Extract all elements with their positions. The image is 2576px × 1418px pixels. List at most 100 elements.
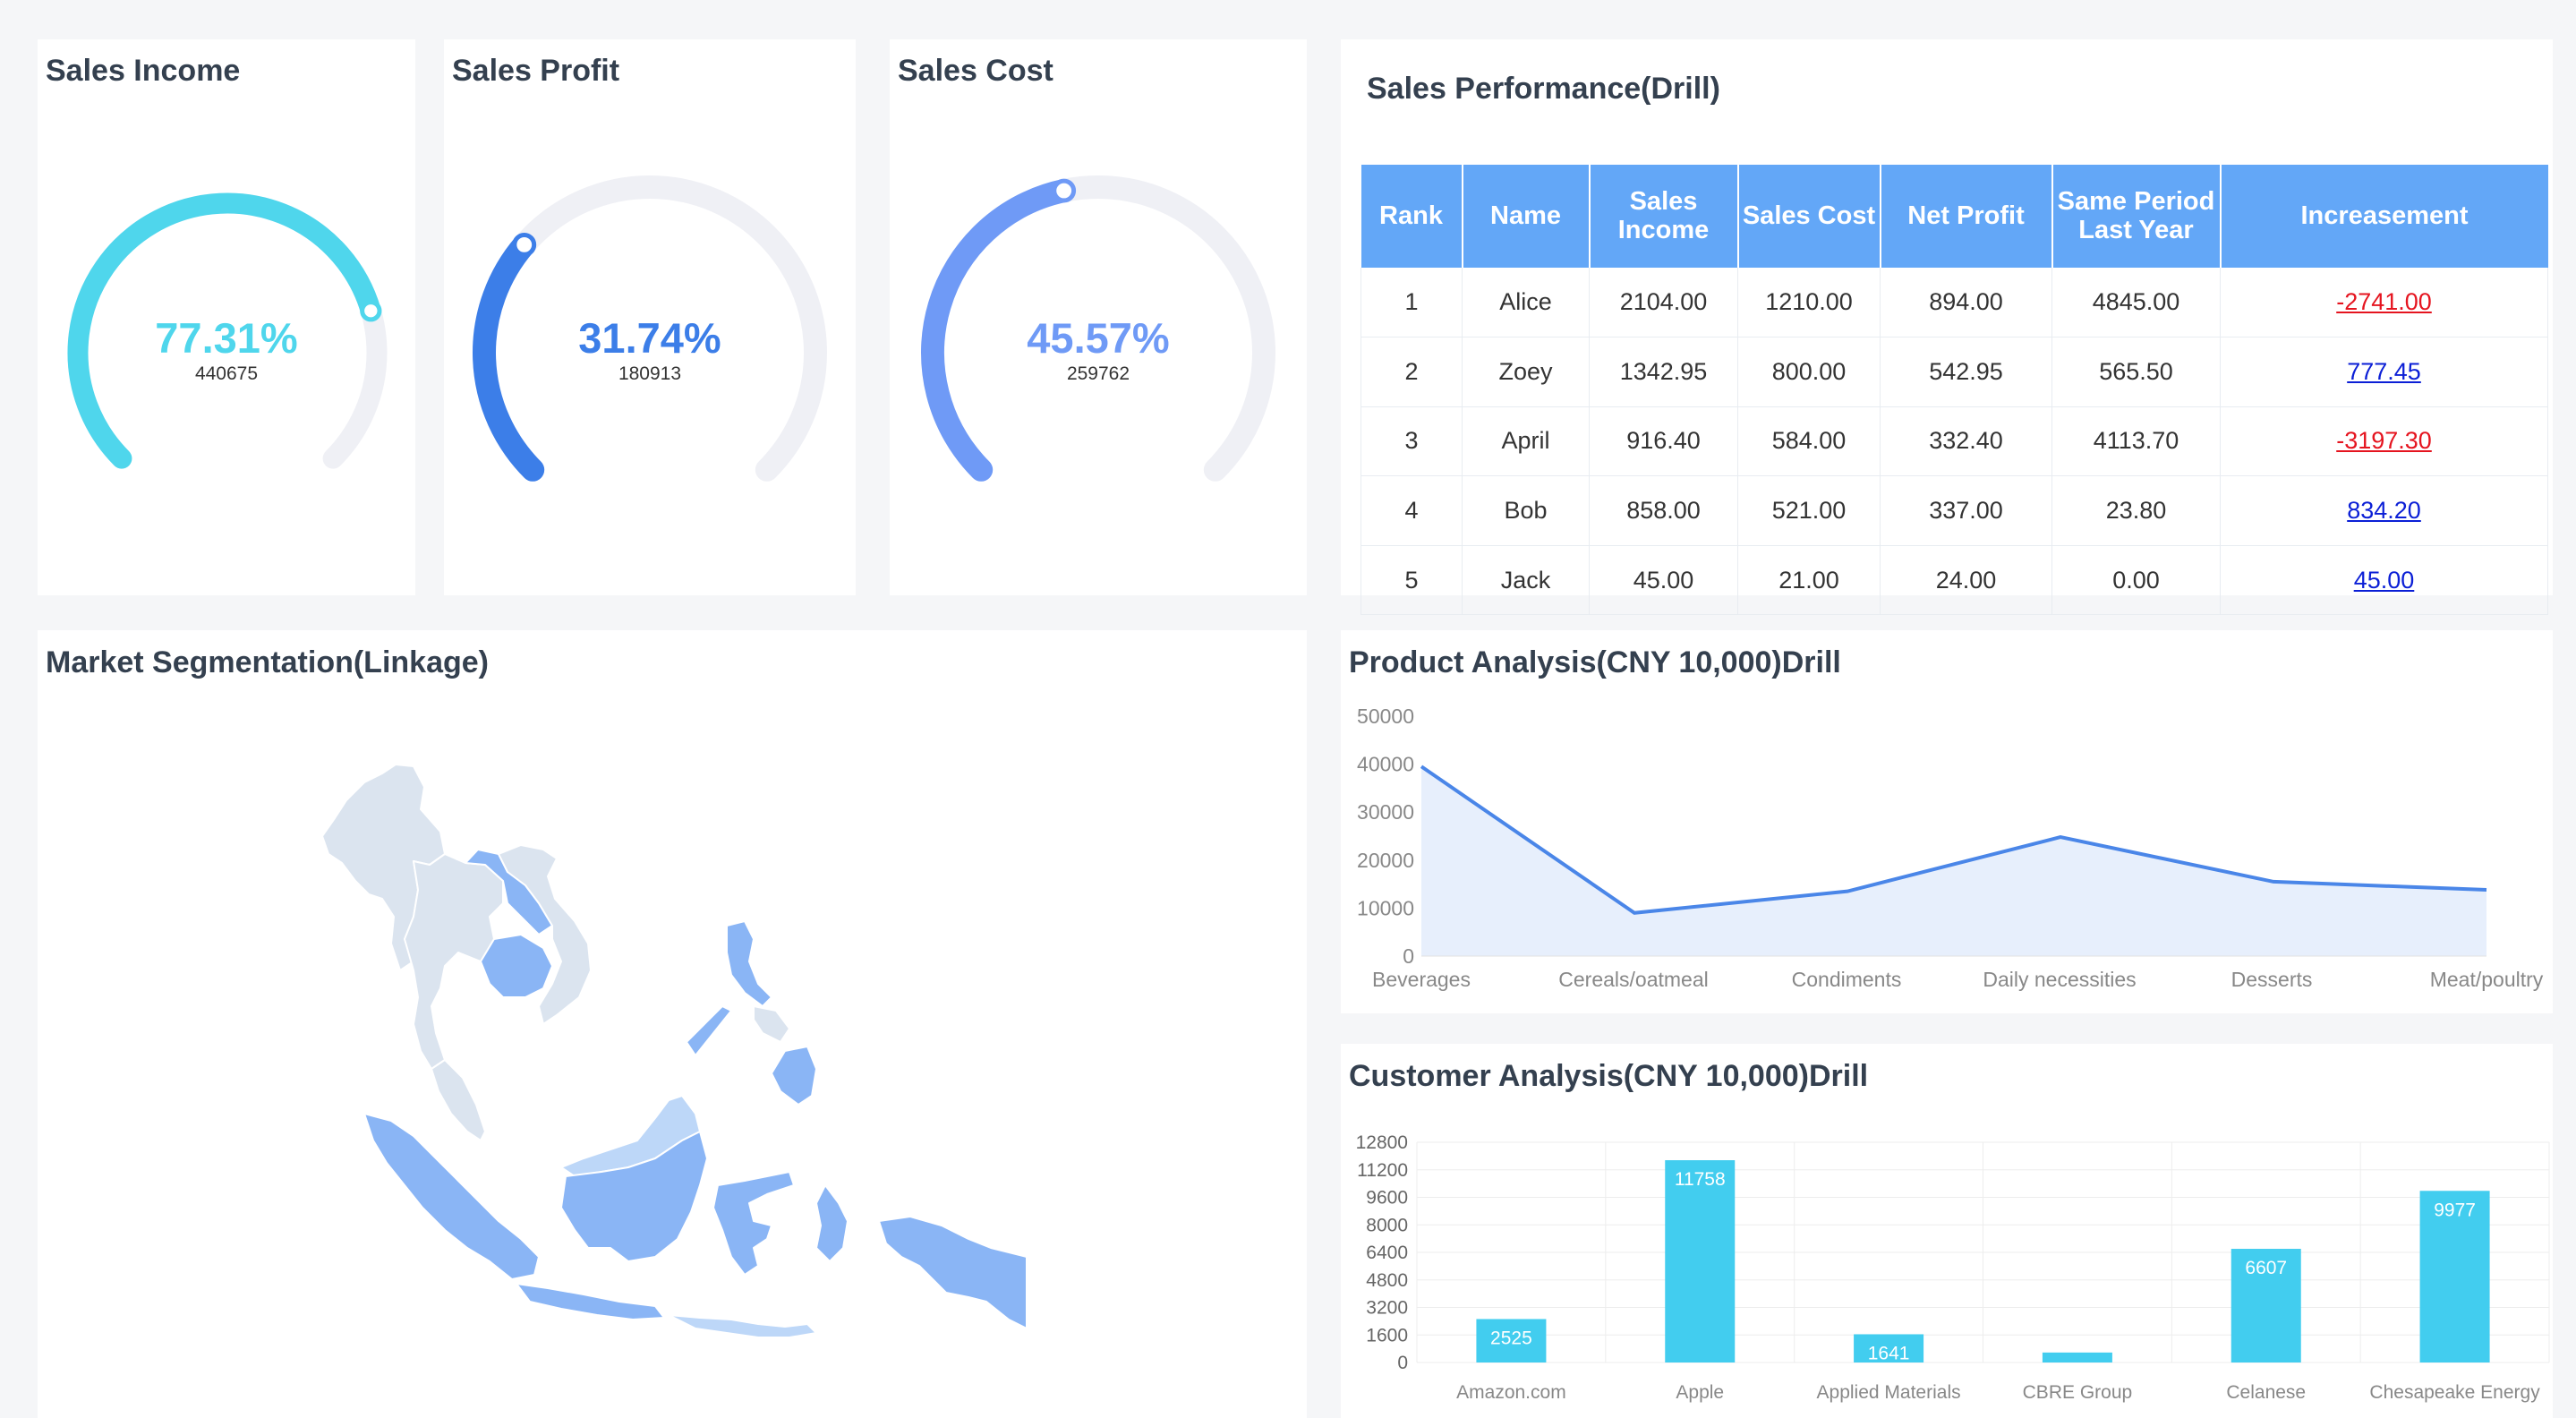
increasement-cell: -3197.30 [2220,406,2548,477]
y-tick-label: 40000 [1357,753,1414,776]
table-row[interactable]: 2 Zoey 1342.95 800.00 542.95 565.50 777.… [1361,337,2548,407]
map-region-mindanao[interactable] [771,1046,817,1106]
sales-income-cell: 858.00 [1589,475,1738,546]
map-region-malay-peninsula[interactable] [431,1059,486,1141]
name-cell: Bob [1462,475,1590,546]
sales-cost-cell: 800.00 [1737,337,1881,407]
y-tick-label: 8000 [1366,1215,1408,1235]
map-region-visayas[interactable] [753,1005,790,1043]
market-segmentation-panel: Market Segmentation(Linkage) [38,630,1307,1418]
x-tick-label: Apple [1676,1382,1724,1403]
table-row[interactable]: 5 Jack 45.00 21.00 24.00 0.00 45.00 [1361,545,2548,616]
same-period-cell: 4113.70 [2051,406,2221,477]
y-tick-label: 6400 [1366,1243,1408,1263]
x-tick-label: Condiments [1792,968,1902,991]
y-tick-label: 20000 [1357,849,1414,872]
map-region-papua[interactable] [878,1216,1028,1329]
sales-performance-table: Rank Name Sales Income Sales Cost Net Pr… [1361,165,2548,616]
increasement-cell: 45.00 [2220,545,2548,616]
rank-cell: 3 [1361,406,1463,477]
increasement-drill-link[interactable]: -3197.30 [2336,427,2432,454]
increasement-cell: -2741.00 [2220,268,2548,338]
column-header[interactable]: Rank [1361,165,1463,268]
increasement-drill-link[interactable]: 777.45 [2347,358,2421,385]
x-tick-label: Amazon.com [1456,1382,1566,1403]
rank-cell: 5 [1361,545,1463,616]
bar[interactable] [2042,1352,2112,1362]
sales-profit-percent: 31.74% [578,314,721,362]
bar-value-label: 1641 [1868,1343,1910,1363]
customer-analysis-chart: 0 1600 3200 4800 6400 8000 9600 11200 12800 2525 A… [1356,1132,2550,1403]
map-region-luzon[interactable] [726,920,772,1007]
rank-cell: 2 [1361,337,1463,407]
table-row[interactable]: 3 April 916.40 584.00 332.40 4113.70 -31… [1361,406,2548,477]
sales-income-cell: 45.00 [1589,545,1738,616]
x-tick-label: Chesapeake Energy [2369,1382,2540,1403]
data-point[interactable] [2055,832,2066,842]
table-row[interactable]: 1 Alice 2104.00 1210.00 894.00 4845.00 -… [1361,268,2548,338]
sales-income-value: 440675 [194,363,259,384]
data-point[interactable] [2268,876,2279,887]
name-cell: Zoey [1462,337,1590,407]
sales-income-cell: 1342.95 [1589,337,1738,407]
table-row[interactable]: 4 Bob 858.00 521.00 337.00 23.80 834.20 [1361,475,2548,546]
x-tick-label: CBRE Group [2023,1382,2133,1403]
product-analysis-chart: 0 10000 20000 30000 40000 50000 Beverages Cerea… [1357,705,2544,991]
column-header[interactable]: Sales Cost [1737,165,1881,268]
map-region-palawan[interactable] [686,1005,732,1056]
y-tick-label: 50000 [1357,705,1414,728]
map-region-java[interactable] [516,1283,665,1320]
column-header[interactable]: Name [1462,165,1591,268]
bar[interactable] [1665,1160,1736,1362]
x-tick-label: Applied Materials [1817,1382,1961,1403]
data-point[interactable] [1629,908,1640,918]
increasement-cell: 834.20 [2220,475,2548,546]
column-header[interactable]: Sales Income [1589,165,1739,268]
increasement-drill-link[interactable]: 834.20 [2347,497,2421,524]
sales-income-cell: 2104.00 [1589,268,1738,338]
southeast-asia-map [321,764,1028,1338]
gauge-handle [512,232,537,257]
sales-income-panel: Sales Income 77.31% 440675 [38,39,415,595]
sales-cost-value: 259762 [1066,363,1130,384]
increasement-drill-link[interactable]: 45.00 [2354,567,2415,594]
increasement-drill-link[interactable]: -2741.00 [2336,288,2432,315]
sales-performance-panel: Sales Performance(Drill) Rank Name Sales… [1341,39,2553,616]
sales-performance-title: Sales Performance(Drill) [1367,72,1720,106]
map-region-sulawesi[interactable] [712,1171,795,1276]
sales-cost-cell: 584.00 [1737,406,1881,477]
map-region-maluku[interactable] [815,1184,849,1262]
bar-value-label: 2525 [1490,1328,1532,1348]
column-header[interactable]: Same Period Last Year [2051,165,2222,268]
y-tick-label: 4800 [1366,1270,1408,1291]
customer-analysis-panel: Customer Analysis(CNY 10,000)Drill 0 1600… [1341,1044,2553,1418]
y-tick-label: 11200 [1357,1160,1408,1181]
y-tick-label: 0 [1403,944,1414,968]
bar-value-label: 9977 [2434,1200,2476,1220]
data-point[interactable] [1416,761,1427,772]
net-profit-cell: 337.00 [1880,475,2052,546]
bar-value-label: 6607 [2245,1258,2287,1278]
map-region-lesser-sunda[interactable] [668,1314,817,1338]
sales-cost-percent: 45.57% [1027,314,1170,362]
y-tick-label: 1600 [1366,1325,1408,1345]
y-tick-label: 12800 [1356,1132,1408,1153]
same-period-cell: 4845.00 [2051,268,2221,338]
map-region-sumatra[interactable] [363,1113,540,1280]
data-point[interactable] [2481,884,2492,895]
name-cell: Alice [1462,268,1590,338]
bar-value-label: 11758 [1675,1169,1726,1190]
column-header[interactable]: Increasement [2220,165,2548,268]
data-point[interactable] [1842,886,1853,897]
net-profit-cell: 542.95 [1880,337,2052,407]
y-tick-label: 3200 [1366,1298,1408,1319]
y-tick-label: 0 [1397,1353,1408,1373]
x-tick-label: Beverages [1372,968,1471,991]
sales-cost-cell: 1210.00 [1737,268,1881,338]
map-region-cambodia[interactable] [480,934,553,998]
column-header[interactable]: Net Profit [1880,165,2053,268]
sales-income-cell: 916.40 [1589,406,1738,477]
same-period-cell: 23.80 [2051,475,2221,546]
x-tick-label: Desserts [2231,968,2313,991]
sales-profit-panel: Sales Profit 31.74% 180913 [444,39,856,595]
